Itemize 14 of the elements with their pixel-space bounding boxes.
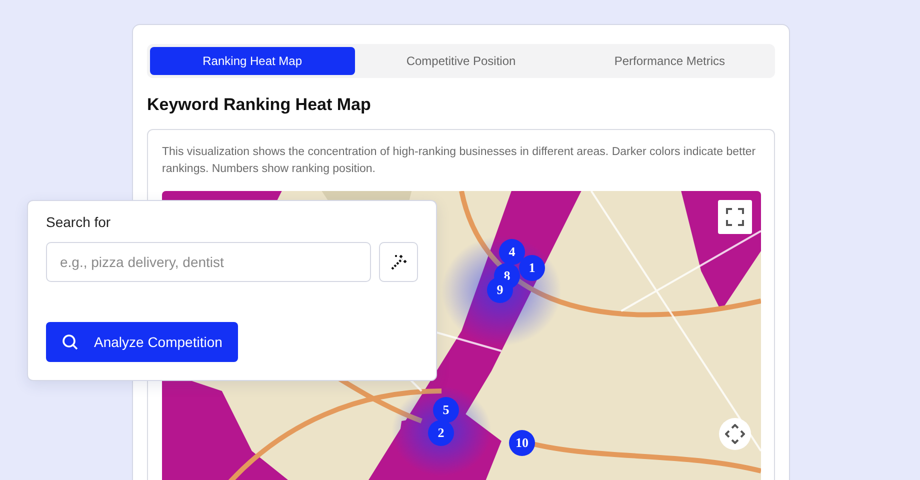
- tab[interactable]: Performance Metrics: [567, 47, 772, 75]
- description-text: This visualization shows the concentration of high-ranking businesses in different areas. Darker colors indicate better rankings. Numbers show ranking position.: [162, 145, 757, 177]
- fullscreen-icon: [726, 208, 744, 226]
- field-label: Search for: [46, 214, 112, 230]
- magic-wand-button[interactable]: [379, 242, 418, 282]
- tab[interactable]: Competitive Position: [358, 47, 564, 75]
- move-icon: [725, 424, 745, 444]
- magic-wand-icon: [390, 253, 408, 271]
- fullscreen-button[interactable]: [718, 200, 752, 234]
- analyze-button[interactable]: Analyze Competition: [46, 322, 238, 362]
- tab[interactable]: Ranking Heat Map: [150, 47, 355, 75]
- section-title: Keyword Ranking Heat Map: [147, 95, 372, 115]
- search-field[interactable]: e.g., pizza delivery, dentist: [46, 242, 372, 282]
- search-icon: [62, 334, 78, 350]
